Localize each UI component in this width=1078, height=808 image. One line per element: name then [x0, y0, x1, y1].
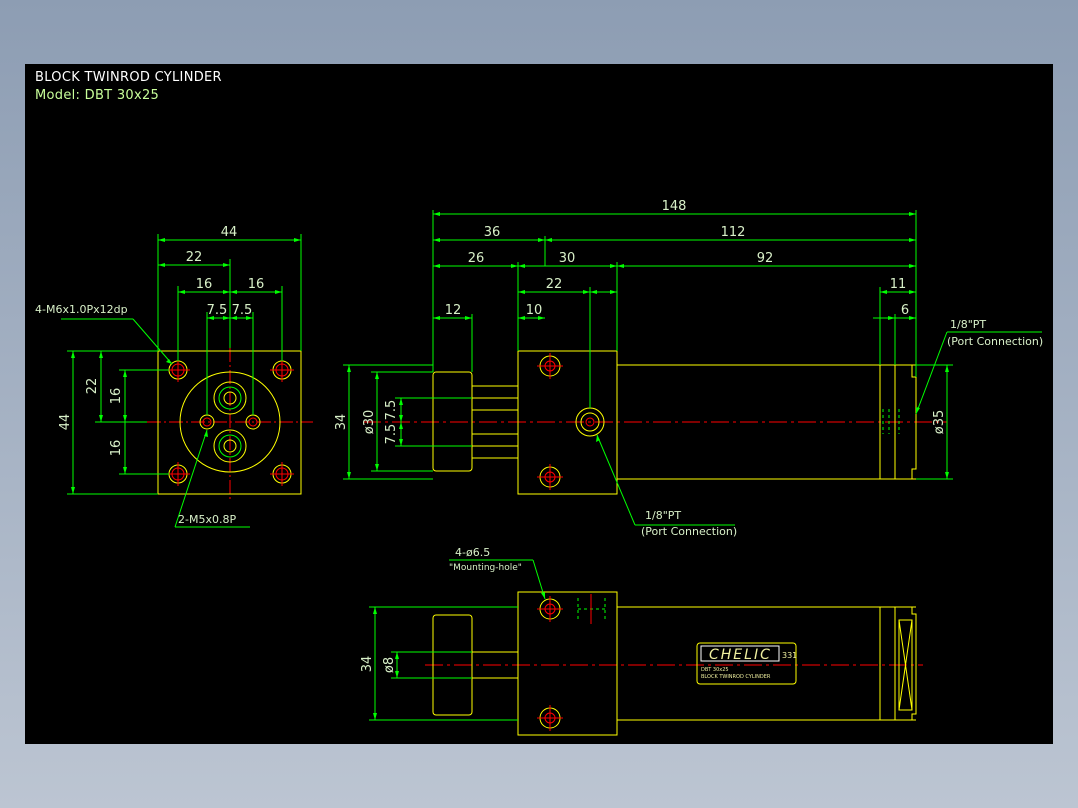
dim-front-hole-pitch-top: 16 — [109, 388, 124, 405]
nameplate-model: DBT 30x25 — [701, 667, 729, 673]
dim-rod-plate-dia: ø30 — [362, 410, 377, 435]
callout-mounting-hole-note: "Mounting-hole" — [449, 563, 522, 573]
dim-tube-length: 92 — [757, 251, 774, 266]
nameplate-brand: CHELIC — [709, 647, 772, 663]
callout-port-thread: 2-M5x0.8P — [178, 513, 236, 526]
dim-plate-offset: 26 — [468, 251, 485, 266]
dim-top-height: 34 — [360, 656, 375, 673]
dim-end-cap: 11 — [890, 277, 907, 292]
cad-drawing: 44 22 16 16 7.5 7.5 44 22 16 16 4-M6x1.0… — [35, 199, 1043, 736]
dim-front-hole-pitch-bottom: 16 — [109, 440, 124, 457]
dim-end-port: 6 — [901, 303, 909, 318]
dim-front-half-height: 22 — [85, 378, 100, 395]
dim-rod-pitch-a: 7.5 — [384, 400, 399, 421]
dim-rear-section: 112 — [721, 225, 746, 240]
top-hole-centers — [537, 596, 563, 731]
side-view — [343, 210, 1042, 526]
dim-tube-dia: ø35 — [932, 410, 947, 435]
side-dimension-lines — [343, 210, 1042, 526]
dim-front-rod-pitch-right: 7.5 — [232, 303, 253, 318]
dim-front-width: 44 — [221, 225, 238, 240]
top-arrowheads — [373, 592, 545, 720]
dim-plate-thickness: 12 — [445, 303, 462, 318]
callout-mounting-thread: 4-M6x1.0Px12dp — [35, 303, 128, 316]
top-dimension-lines — [369, 559, 546, 721]
top-body-outline — [432, 591, 917, 736]
callout-rear-port: 1/8"PT — [950, 318, 986, 331]
dim-front-section: 36 — [484, 225, 501, 240]
callout-rear-port-note: (Port Connection) — [947, 335, 1043, 348]
dim-side-height: 34 — [334, 414, 349, 431]
dim-rod-pitch-b: 7.5 — [384, 424, 399, 445]
dim-front-hole-pitch-left: 16 — [196, 277, 213, 292]
nameplate-code: 331 — [782, 651, 797, 660]
dim-rod-dia: ø8 — [382, 657, 397, 673]
dim-block-length: 30 — [559, 251, 576, 266]
dim-port-offset: 10 — [526, 303, 543, 318]
dim-overall-length: 148 — [662, 199, 687, 214]
nameplate-product: BLOCK TWINROD CYLINDER — [701, 674, 771, 680]
callout-block-port: 1/8"PT — [645, 509, 681, 522]
dim-block-inner: 22 — [546, 277, 563, 292]
drawing-canvas: BLOCK TWINROD CYLINDER Model: DBT 30x25 — [25, 64, 1053, 744]
side-arrowheads — [347, 212, 949, 479]
dim-front-rod-pitch-left: 7.5 — [207, 303, 228, 318]
dim-front-half-width: 22 — [186, 250, 203, 265]
dim-front-hole-pitch-right: 16 — [248, 277, 265, 292]
callout-block-port-note: (Port Connection) — [641, 525, 737, 538]
callout-mounting-hole: 4-ø6.5 — [455, 546, 490, 559]
top-view — [369, 559, 923, 736]
dim-front-height: 44 — [58, 414, 73, 431]
